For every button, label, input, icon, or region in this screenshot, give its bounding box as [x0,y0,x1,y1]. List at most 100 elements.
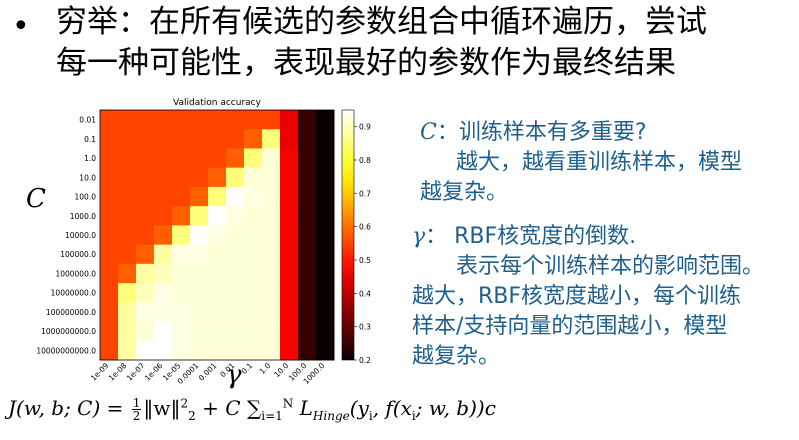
heatmap-cell [118,321,137,342]
heatmap-cell [316,263,335,284]
heatmap-cell [172,302,191,322]
formula-args2: , f(x [372,396,412,420]
formula-args3: ; w, b))c [415,396,496,420]
note-c: C：训练样本有多重要? 越大，越看重训练样本，模型 越复杂。 [420,118,742,208]
heatmap-cell [172,244,191,265]
x-tick-label: 1e-06 [143,361,165,383]
heatmap-cell [118,167,137,188]
heatmap-cell [226,206,245,226]
y-tick-label: 100000000.0 [46,308,96,317]
note-gamma: γ： RBF核宽度的倒数. 表示每个训练样本的影响范围。 越大，RBF核宽度越小… [412,222,764,372]
heatmap-cell [298,148,317,169]
heatmap-cell [172,167,191,188]
x-tick-label: 1e-09 [89,361,111,383]
heatmap-cell [190,321,209,342]
heatmap-cell [154,206,173,226]
formula-loss: L [299,396,313,420]
heatmap-cell [280,148,299,169]
heatmap-cell [190,340,209,361]
heatmap-cell [118,340,137,361]
heatmap-cell [280,283,299,303]
heatmap-cell [118,283,137,303]
heatmap-cell [262,302,281,322]
heatmap-cell [118,244,137,265]
heatmap-cell [154,110,173,130]
heatmap-cell [190,302,209,322]
colorbar-tick-label: 0.4 [359,289,371,298]
heatmap-cell [298,186,317,207]
heatmap-cell [136,110,155,130]
heatmap-cell [136,225,155,246]
heatmap-cell [280,340,299,361]
bullet-line-1: 穷举：在所有候选的参数组合中循环遍历，尝试 [56,4,707,40]
colorbar-tick-label: 0.3 [359,323,371,332]
heatmap-cell [226,129,245,149]
heatmap-cell [280,206,299,226]
heatmap-cell [208,263,227,284]
heatmap-cell [298,110,317,130]
heatmap-cell [208,186,227,207]
heatmap-cell [154,225,173,246]
heatmap-cell [244,148,263,169]
heatmap-cell [226,302,245,322]
y-tick-label: 100.0 [75,193,97,202]
y-tick-label: 1000000.0 [55,269,96,278]
colorbar-tick-label: 0.2 [359,356,371,365]
heatmap-cell [100,283,119,303]
note-gamma-line-3: 越大，RBF核宽度越小，每个训练 [412,284,742,309]
heatmap-cell [280,110,299,130]
heatmap-cell [100,263,119,284]
heatmap-cell [154,263,173,284]
heatmap-cell [100,225,119,246]
heatmap-cell [280,225,299,246]
heatmap-cell [244,263,263,284]
heatmap-cell [226,321,245,342]
formula-args: (y [349,396,369,420]
formula-lhs: J(w, b; C) = [8,396,124,420]
heatmap-cell [298,302,317,322]
heatmap-cell [316,167,335,188]
heatmap-cell [298,263,317,284]
heatmap-cell [208,225,227,246]
heatmap-cell [244,206,263,226]
note-gamma-line-2: 表示每个训练样本的影响范围。 [456,254,765,279]
heatmap-cell [136,148,155,169]
heatmap-cell [154,302,173,322]
heatmap-cell [244,340,263,361]
sum-sup: N [282,396,294,411]
y-tick-label: 1.0 [84,154,96,163]
heatmap-cell [316,244,335,265]
heatmap-cell [118,148,137,169]
heatmap-cell [244,110,263,130]
heatmap-cell [244,186,263,207]
heatmap-cell [100,110,119,130]
heatmap-cell [154,283,173,303]
heatmap-cell [136,167,155,188]
heatmap-cell [118,110,137,130]
heatmap-cell [100,340,119,361]
heatmap-cell [244,167,263,188]
heatmap-cell [244,283,263,303]
heatmap-cell [136,244,155,265]
heatmap-cell [190,206,209,226]
y-tick-label: 0.1 [84,135,96,144]
heatmap-cell [172,110,191,130]
heatmap-cell [262,283,281,303]
heatmap-cell [136,283,155,303]
heatmap-cell [316,110,335,130]
heatmap-cell [118,263,137,284]
y-tick-label: 100000.0 [60,250,96,259]
heatmap-cell [280,129,299,149]
note-c-line-3: 越复杂。 [420,180,509,205]
colorbar-tick-label: 0.5 [359,256,371,265]
heatmap-cell [118,225,137,246]
note-c-line-2: 越大，越看重训练样本，模型 [456,150,743,175]
heatmap-cell [100,186,119,207]
formula-norm: ‖w‖ [143,396,181,420]
heatmap-cell [100,302,119,322]
heatmap-cell [172,225,191,246]
heatmap-cell [208,206,227,226]
heatmap-cell [190,225,209,246]
heatmap-cell [172,206,191,226]
heatmap-cell [262,225,281,246]
